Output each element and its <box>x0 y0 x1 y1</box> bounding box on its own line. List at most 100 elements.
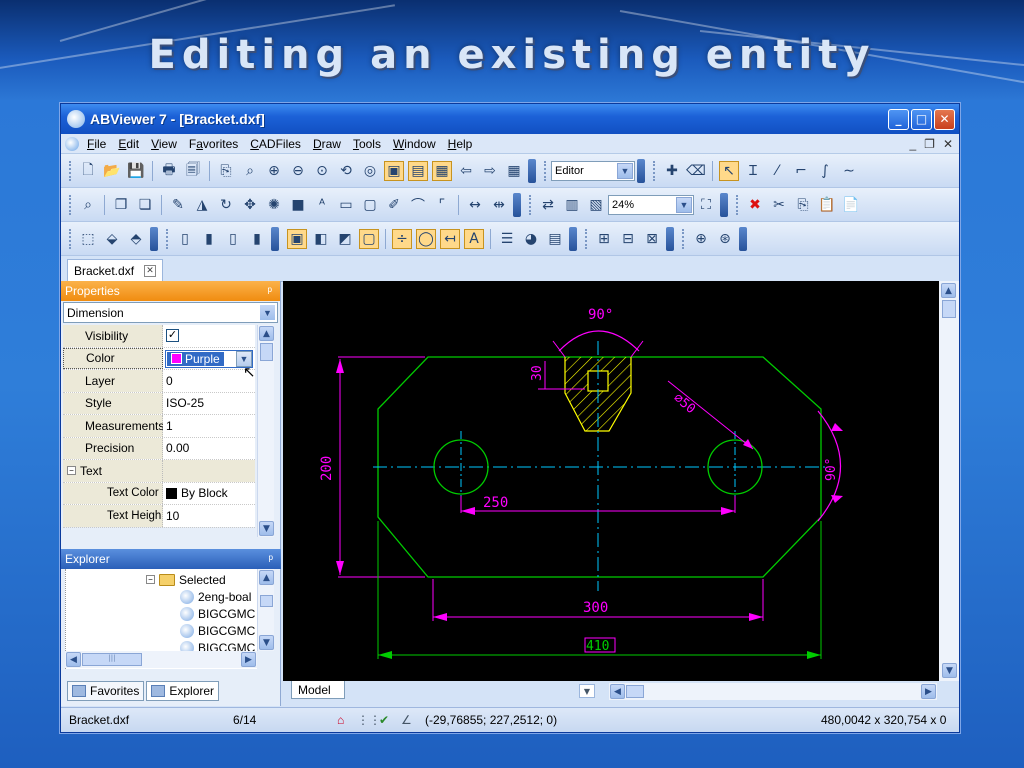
pin-icon[interactable]: ᵖ <box>268 552 273 566</box>
explorer-hscrollbar[interactable]: ◀ ||| ▶ <box>65 651 257 668</box>
prop-value[interactable]: 10 <box>163 505 255 527</box>
page-3-icon[interactable]: ▯ <box>223 229 243 249</box>
drawing-canvas[interactable]: 90° 30 ⌀50 200 90° 250 300 410 <box>283 281 939 681</box>
prop-group-name[interactable]: − Text <box>63 460 163 482</box>
measure-3-icon[interactable]: ⊠ <box>642 229 662 249</box>
toolbar-grip[interactable] <box>585 228 588 249</box>
scroll-right-icon[interactable]: ▶ <box>921 684 936 699</box>
page-icon[interactable]: ▯ <box>175 229 195 249</box>
move-icon[interactable]: ✥ <box>240 195 260 215</box>
page-4-icon[interactable]: ▮ <box>247 229 267 249</box>
grid-icon[interactable]: ⋮⋮ <box>357 713 381 727</box>
corner-icon[interactable]: ⌜ <box>432 195 452 215</box>
bracket-drawing[interactable]: 90° 30 ⌀50 200 90° 250 300 410 <box>283 281 939 681</box>
dimension-icon[interactable]: ↔ <box>465 195 485 215</box>
document-tab[interactable]: Bracket.dxf ✕ <box>67 259 164 281</box>
freehand-tool-icon[interactable]: ∼ <box>839 161 859 181</box>
canvas-hscrollbar[interactable]: ◀ ▶ <box>609 683 937 700</box>
frame-icon[interactable]: ▢ <box>359 228 379 249</box>
visibility-checkbox[interactable]: ✓ <box>166 329 179 343</box>
tree-item-file[interactable]: 2eng-boal <box>180 588 251 605</box>
toolbar-grip[interactable] <box>544 160 547 181</box>
menu-draw[interactable]: Draw <box>313 137 341 151</box>
delete-icon[interactable]: ✖ <box>745 195 765 215</box>
line-tool-icon[interactable]: ⁄ <box>767 161 787 181</box>
scroll-down-icon[interactable]: ▼ <box>259 635 274 650</box>
color-mode-icon[interactable]: ▣ <box>287 228 307 249</box>
attribute-icon[interactable]: ᴬ <box>312 195 332 215</box>
tab-favorites[interactable]: Favorites <box>67 681 145 701</box>
select-arrow-icon[interactable]: ↖ <box>719 160 739 181</box>
pencil-icon[interactable]: ✎ <box>168 195 188 215</box>
copy-icon[interactable]: ⎘ <box>793 195 813 215</box>
spline-tool-icon[interactable]: ∫ <box>815 161 835 181</box>
close-button[interactable]: ✕ <box>934 108 955 130</box>
view-mode-2-icon[interactable]: ▤ <box>408 160 428 181</box>
document-icon[interactable] <box>65 136 79 151</box>
prop-value[interactable]: 0.00 <box>163 437 255 459</box>
cut-icon[interactable]: ✂ <box>769 195 789 215</box>
forward-arrow-icon[interactable]: ⇨ <box>480 161 500 181</box>
toolbar-grip[interactable] <box>529 194 532 215</box>
prop-row-measurements[interactable]: Measurements 1 <box>63 415 255 438</box>
snap-icon[interactable]: ✔ <box>379 713 389 727</box>
tree-item-file[interactable]: BIGCGMC <box>180 605 255 622</box>
open-folder-icon[interactable]: 📂 <box>102 161 122 181</box>
layers-2-icon[interactable]: ❏ <box>135 195 155 215</box>
dim-label-30[interactable]: 30 <box>530 365 545 381</box>
split-icon[interactable]: ÷ <box>392 228 412 249</box>
chevron-down-icon[interactable]: ▼ <box>260 305 275 320</box>
view-3d-2-icon[interactable]: ⬙ <box>102 229 122 249</box>
zoom-previous-icon[interactable]: ⟲ <box>336 161 356 181</box>
toolbar-grip[interactable] <box>736 194 739 215</box>
ortho-icon[interactable]: ∠ <box>401 713 412 727</box>
tab-model[interactable]: Model <box>291 681 345 699</box>
copy-image-icon[interactable]: ⎘ <box>216 161 236 181</box>
menu-cadfiles[interactable]: CADFiles <box>250 137 301 151</box>
magnet-icon[interactable]: ⌂ <box>337 713 344 727</box>
toolbar-overflow[interactable] <box>513 192 521 217</box>
prop-value[interactable]: 0 <box>163 370 255 392</box>
text-tool-icon[interactable]: Ɪ <box>743 161 763 181</box>
canvas-vscrollbar[interactable]: ▲ ▼ <box>939 281 959 681</box>
explode-icon[interactable]: ✺ <box>264 195 284 215</box>
prop-value[interactable]: Purple ▼ <box>163 347 255 369</box>
dim-label-angle-right[interactable]: 90° <box>824 458 839 481</box>
tree-item-selected[interactable]: − Selected <box>146 571 226 588</box>
dim-label-410[interactable]: 410 <box>586 639 609 654</box>
zoom-combo[interactable]: 24% ▼ <box>608 194 694 215</box>
chevron-down-icon[interactable]: ▼ <box>617 162 633 179</box>
search-icon[interactable]: ⌕ <box>78 195 98 215</box>
collapse-icon[interactable]: − <box>67 466 76 476</box>
measure-2-icon[interactable]: ⊟ <box>618 229 638 249</box>
table-icon[interactable]: ▤ <box>545 229 565 249</box>
prop-row-precision[interactable]: Precision 0.00 <box>63 437 255 460</box>
mirror-icon[interactable]: ◮ <box>192 195 212 215</box>
mode-combo[interactable]: Editor ▼ <box>551 160 635 181</box>
chevron-down-icon[interactable]: ▼ <box>676 196 692 213</box>
toolbar-overflow[interactable] <box>637 158 645 183</box>
zoom-in-icon[interactable]: ⊕ <box>264 161 284 181</box>
zoom-realtime-icon[interactable]: ◎ <box>360 161 380 181</box>
toolbar-overflow[interactable] <box>528 158 536 183</box>
paste-special-icon[interactable]: 📄 <box>841 195 861 215</box>
print-preview-icon[interactable]: 🗐 <box>183 161 203 181</box>
toolbar-grip[interactable] <box>682 228 685 249</box>
prop-value[interactable]: 1 <box>163 415 255 437</box>
calculator-icon[interactable]: ▦ <box>504 161 524 181</box>
fit-icon[interactable]: ⛶ <box>696 195 716 215</box>
maximize-button[interactable]: □ <box>911 108 932 130</box>
scroll-thumb[interactable] <box>942 300 956 318</box>
scroll-down-icon[interactable]: ▼ <box>259 521 274 536</box>
properties-scrollbar[interactable]: ▲ ▼ <box>257 325 274 537</box>
paint-icon[interactable]: ✐ <box>384 195 404 215</box>
prop-row-visibility[interactable]: Visibility ✓ <box>63 325 255 348</box>
back-arrow-icon[interactable]: ⇦ <box>456 161 476 181</box>
prop-value[interactable]: ISO-25 <box>163 392 255 414</box>
prop-row-color[interactable]: Color Purple ▼ <box>63 347 255 370</box>
eraser-icon[interactable]: ⌫ <box>686 161 706 181</box>
view-mode-1-icon[interactable]: ▣ <box>384 160 404 181</box>
collapse-icon[interactable]: − <box>146 575 155 584</box>
polyline-tool-icon[interactable]: ⌐ <box>791 161 811 181</box>
toolbar-grip[interactable] <box>166 228 169 249</box>
